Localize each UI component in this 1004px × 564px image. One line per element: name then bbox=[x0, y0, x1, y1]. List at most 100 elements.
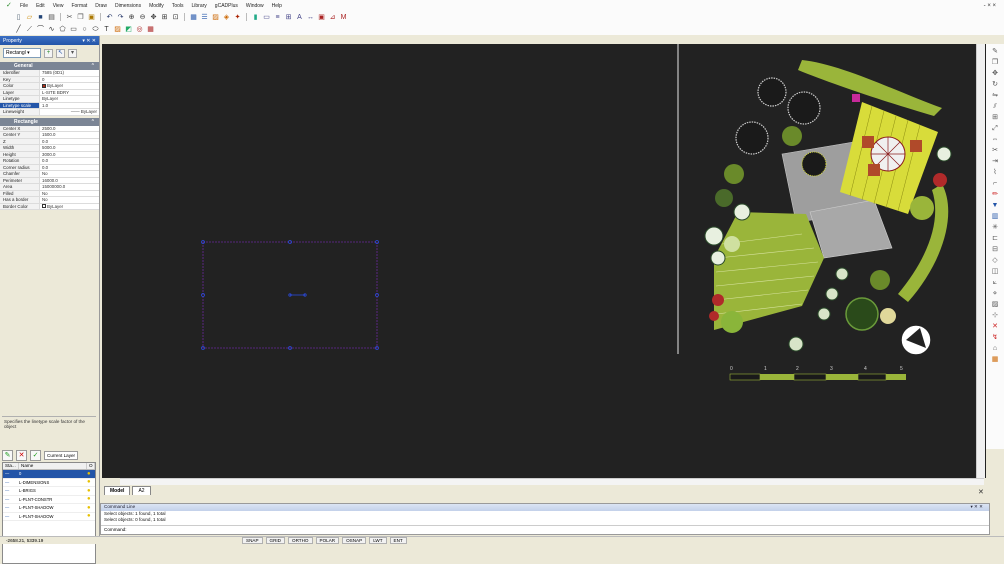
layer-row[interactable]: — L-DIMENSIONS ● bbox=[3, 479, 95, 487]
distance-icon[interactable]: ⊹ bbox=[991, 312, 999, 320]
prop-value[interactable]: —— ByLayer bbox=[40, 109, 99, 115]
layer-row[interactable]: — L-PLNT-SHADOW ● bbox=[3, 513, 95, 521]
delete-layer-icon[interactable]: ✕ bbox=[16, 449, 27, 461]
insert-icon[interactable]: ✦ bbox=[233, 13, 242, 22]
toggle-pickadd-icon[interactable]: ▾ bbox=[68, 48, 77, 58]
rectangle-section-header[interactable]: Rectangle ⌃ bbox=[0, 117, 99, 126]
lightbulb-icon[interactable]: ● bbox=[87, 471, 95, 477]
current-layer-label[interactable]: Current Layer bbox=[44, 450, 79, 460]
arc-icon[interactable]: ⌒ bbox=[36, 25, 45, 34]
collapse-icon[interactable]: ⌃ bbox=[91, 119, 95, 125]
prop-value-color[interactable]: ByLayer bbox=[40, 83, 99, 89]
brush-icon[interactable]: ⌂ bbox=[991, 345, 999, 353]
prop-value[interactable]: 2500.0 bbox=[40, 126, 99, 132]
menu-modify[interactable]: Modify bbox=[145, 3, 168, 9]
zoom-extents-icon[interactable]: ⊡ bbox=[171, 13, 180, 22]
horizontal-scrollbar[interactable] bbox=[120, 478, 984, 485]
menu-tools[interactable]: Tools bbox=[168, 3, 188, 9]
window-controls[interactable]: - × × bbox=[984, 0, 996, 11]
explode-icon[interactable]: ✳ bbox=[991, 224, 999, 232]
menu-gcadplus[interactable]: gCADPlus bbox=[211, 3, 242, 9]
grid-toggle[interactable]: GRID bbox=[265, 537, 285, 544]
layout-icon[interactable]: ▭ bbox=[262, 13, 271, 22]
undo-icon[interactable]: ↶ bbox=[105, 13, 114, 22]
move-icon[interactable]: ✥ bbox=[991, 70, 999, 78]
command-panel-controls[interactable]: ▾ ✕ ✕ bbox=[970, 504, 983, 511]
vertical-scrollbar[interactable] bbox=[976, 44, 985, 478]
match-icon[interactable]: ▥ bbox=[991, 213, 999, 221]
scale-icon[interactable]: ⤢ bbox=[991, 125, 999, 133]
prop-value[interactable]: No bbox=[40, 197, 99, 203]
polygon-icon[interactable]: ⬠ bbox=[58, 25, 67, 34]
pedit-icon[interactable]: ⋄ bbox=[991, 290, 999, 298]
menu-help[interactable]: Help bbox=[268, 3, 286, 9]
command-input[interactable]: Command: bbox=[101, 525, 989, 533]
new-layer-icon[interactable]: ✎ bbox=[2, 449, 13, 461]
menu-draw[interactable]: Draw bbox=[91, 3, 111, 9]
measure-distance-icon[interactable]: ◇ bbox=[991, 257, 999, 265]
extend-icon[interactable]: ⇥ bbox=[991, 158, 999, 166]
prop-value[interactable]: 0.0 bbox=[40, 139, 99, 145]
region-icon[interactable]: ◩ bbox=[124, 25, 133, 34]
prop-value[interactable]: 5000.0 bbox=[40, 145, 99, 151]
stretch-icon[interactable]: ⇔ bbox=[991, 136, 999, 144]
prop-value[interactable]: ByLayer bbox=[40, 96, 99, 102]
polyline-icon[interactable]: ⟋ bbox=[25, 25, 34, 34]
object-type-select[interactable]: Rectangl ▾ bbox=[3, 48, 41, 58]
library-icon[interactable]: M bbox=[339, 13, 348, 22]
new-icon[interactable]: ▯ bbox=[14, 13, 23, 22]
ent-toggle[interactable]: ENT bbox=[389, 537, 407, 544]
tab-model[interactable]: Model bbox=[104, 486, 131, 495]
hatch-fill-icon[interactable]: ▨ bbox=[113, 25, 122, 34]
fillet-icon[interactable]: ⌐ bbox=[991, 180, 999, 188]
hatchedit-icon[interactable]: ▨ bbox=[991, 301, 999, 309]
layer-row[interactable]: — L-PLNT-CONSTR ● bbox=[3, 496, 95, 504]
paste-icon[interactable]: ▣ bbox=[87, 13, 96, 22]
join-icon[interactable]: ⊏ bbox=[991, 235, 999, 243]
open-icon[interactable]: ▱ bbox=[25, 13, 34, 22]
mirror-icon[interactable]: ⇋ bbox=[991, 92, 999, 100]
grid-icon[interactable]: ⊞ bbox=[284, 13, 293, 22]
redraw-icon[interactable]: ↯ bbox=[991, 334, 999, 342]
menu-file[interactable]: File bbox=[16, 3, 32, 9]
pencil-icon[interactable]: ✏ bbox=[991, 191, 999, 199]
menu-edit[interactable]: Edit bbox=[32, 3, 49, 9]
text-style-icon[interactable]: A bbox=[295, 13, 304, 22]
general-section-header[interactable]: General ⌃ bbox=[0, 62, 99, 70]
col-on[interactable]: O bbox=[87, 463, 95, 469]
text-icon[interactable]: T bbox=[102, 25, 111, 34]
erase-icon[interactable]: ✎ bbox=[991, 48, 999, 56]
menu-library[interactable]: Library bbox=[188, 3, 211, 9]
panel-controls[interactable]: ▾ ✕ ✕ bbox=[82, 38, 96, 44]
prop-value[interactable]: 0 bbox=[40, 77, 99, 83]
prop-value[interactable]: No bbox=[40, 171, 99, 177]
lightbulb-icon[interactable]: ● bbox=[87, 479, 95, 485]
prop-value-border-color[interactable]: ByLayer bbox=[40, 204, 99, 210]
copy-object-icon[interactable]: ❐ bbox=[991, 59, 999, 67]
ortho-toggle[interactable]: ORTHO bbox=[288, 537, 313, 544]
measure-icon[interactable]: ⊿ bbox=[328, 13, 337, 22]
col-status[interactable]: Sta... bbox=[3, 463, 19, 469]
image-icon[interactable]: ▣ bbox=[317, 13, 326, 22]
select-objects-icon[interactable]: ↖ bbox=[56, 48, 65, 58]
prop-value[interactable]: L-SITE BDRY bbox=[40, 90, 99, 96]
layer-row[interactable]: — L-BRIGS ● bbox=[3, 487, 95, 496]
trim-icon[interactable]: ✂ bbox=[991, 147, 999, 155]
rectangle-icon[interactable]: ▭ bbox=[69, 25, 78, 34]
grip-points[interactable] bbox=[201, 240, 379, 350]
break-icon[interactable]: ⌇ bbox=[991, 169, 999, 177]
quick-select-icon[interactable]: + bbox=[44, 48, 53, 58]
menu-view[interactable]: View bbox=[49, 3, 68, 9]
lightbulb-icon[interactable]: ● bbox=[87, 496, 95, 502]
redo-icon[interactable]: ↷ bbox=[116, 13, 125, 22]
polar-toggle[interactable]: POLAR bbox=[315, 537, 340, 544]
menu-format[interactable]: Format bbox=[67, 3, 91, 9]
spline-icon[interactable]: ∿ bbox=[47, 25, 56, 34]
area-icon[interactable]: ◫ bbox=[991, 268, 999, 276]
layer-row[interactable]: — 0 ● bbox=[3, 470, 95, 479]
drawing-canvas[interactable]: 0 1 2 3 4 5 bbox=[102, 44, 986, 478]
col-name[interactable]: Name bbox=[19, 463, 87, 469]
print-icon[interactable]: ▤ bbox=[47, 13, 56, 22]
zoom-out-icon[interactable]: ⊖ bbox=[138, 13, 147, 22]
menu-dimensions[interactable]: Dimensions bbox=[111, 3, 145, 9]
